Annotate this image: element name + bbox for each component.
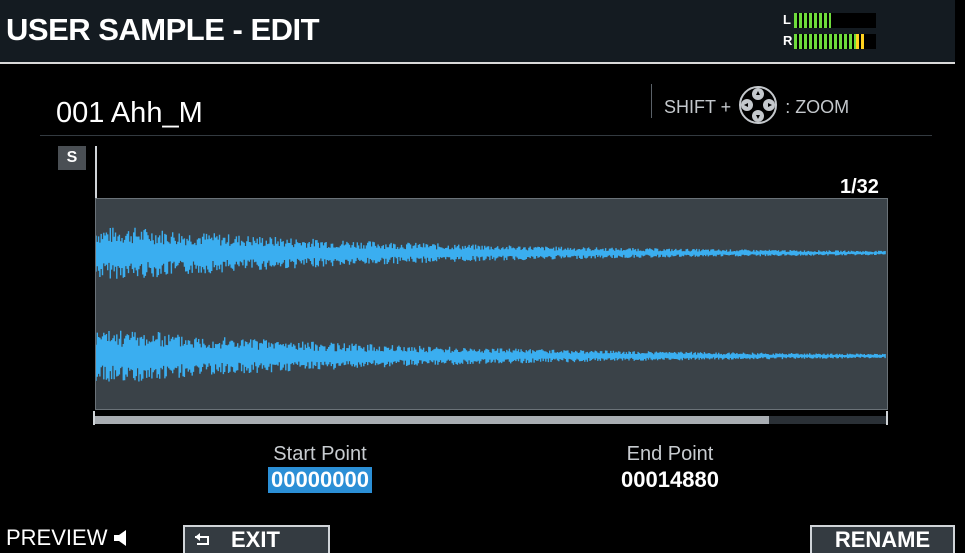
end-point-label: End Point [626,443,714,465]
zoom-hint-suffix: : ZOOM [785,96,850,117]
exit-button[interactable]: EXIT [183,525,330,553]
meter-right-label: R [783,33,793,48]
meter-left-label: L [783,12,791,27]
rename-button[interactable]: RENAME [810,525,955,553]
zoom-divider [651,84,652,118]
name-divider [40,135,932,136]
preview-button[interactable]: PREVIEW [6,525,131,551]
waveform-display[interactable] [95,198,888,410]
scrollbar-thumb[interactable] [95,416,769,424]
start-marker-badge: S [58,146,86,170]
meter-left-fill [794,13,831,28]
start-point[interactable]: Start Point 00000000 [240,443,400,493]
dpad-icon [739,86,778,124]
waveform-left-channel [96,227,886,279]
scroll-tick-start [93,411,95,425]
zoom-ratio: 1/32 [840,176,879,198]
level-meter: L R [783,12,876,54]
exit-label: EXIT [231,527,280,552]
preview-label: PREVIEW [6,525,108,550]
return-arrow-icon [195,533,209,545]
scroll-tick-end [886,411,888,425]
meter-right-peak [856,34,866,49]
start-point-label: Start Point [273,443,367,465]
speaker-icon [114,530,127,546]
meter-left-track [794,13,876,28]
sample-name[interactable]: 001 Ahh_M [56,97,203,130]
start-marker-line[interactable] [95,146,97,200]
zoom-hint-prefix: SHIFT + [664,96,732,117]
rename-label: RENAME [834,527,931,552]
start-point-value[interactable]: 00000000 [268,467,372,493]
meter-right-track [794,34,876,49]
waveform-scrollbar[interactable] [95,416,888,424]
screen-title: USER SAMPLE - EDIT [6,12,320,47]
meter-right-fill [794,34,856,49]
waveform-graph [96,227,886,382]
title-bar: USER SAMPLE - EDIT L R [0,0,955,64]
sample-edit-screen: USER SAMPLE - EDIT L R 001 Ahh_M SHIFT + [0,0,965,553]
waveform-right-channel [96,330,886,382]
screen-edge [955,0,965,553]
end-point[interactable]: End Point 00014880 [590,443,750,493]
zoom-hint: SHIFT + : ZOOM [664,86,850,124]
end-point-value[interactable]: 00014880 [618,467,722,493]
